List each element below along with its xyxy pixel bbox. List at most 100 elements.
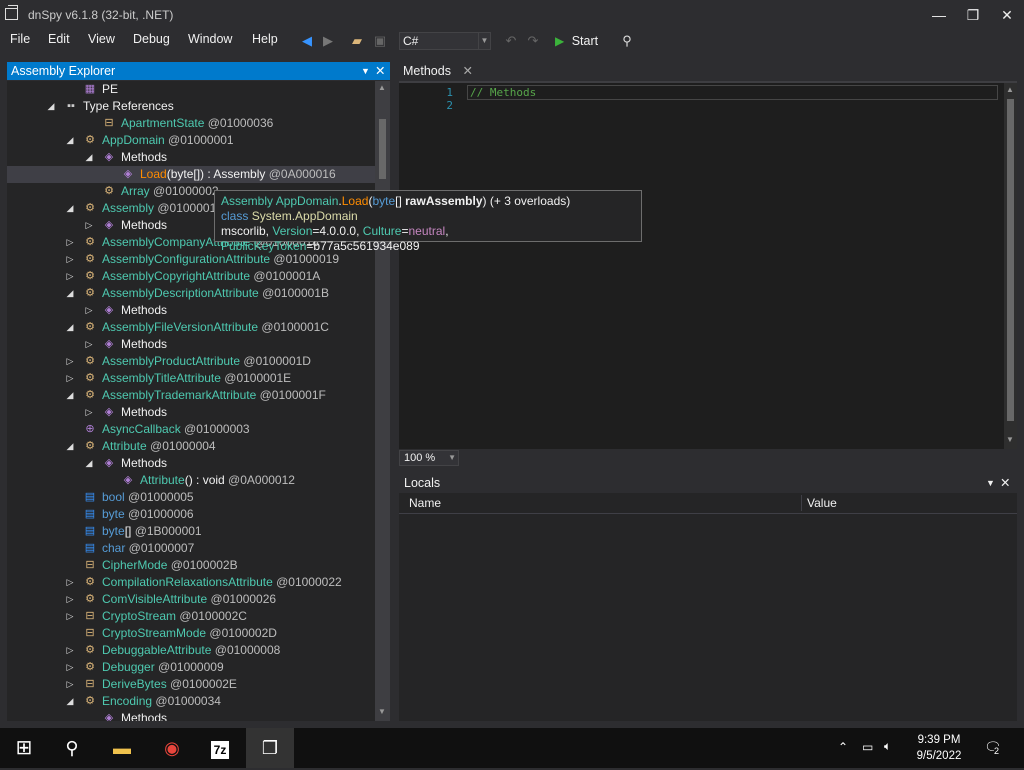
collapse-icon[interactable]: ◢ (46, 98, 56, 115)
collapse-icon[interactable]: ◢ (65, 438, 75, 455)
collapse-icon[interactable]: ◢ (84, 455, 94, 472)
tree-row[interactable]: ▷ ⊟ DeriveBytes @0100002E (7, 676, 375, 693)
network-icon[interactable]: ▭ (862, 740, 873, 754)
open-folder-icon[interactable]: ▰ (348, 33, 366, 49)
tree-row[interactable]: ▷ ⚙ AssemblyTitleAttribute @0100001E (7, 370, 375, 387)
tree-row[interactable]: ⊕ AsyncCallback @01000003 (7, 421, 375, 438)
minimize-button[interactable]: — (926, 4, 952, 26)
undo-icon[interactable]: ↶ (502, 33, 520, 49)
collapse-icon[interactable]: ◢ (65, 387, 75, 404)
7zip-button[interactable]: 7z (196, 728, 244, 768)
tab-methods[interactable]: Methods ✕ (399, 61, 475, 81)
chevron-up-icon[interactable]: ⌃ (838, 740, 848, 754)
assembly-tree[interactable]: ▦ PE ◢ ▪▪ Type References ⊟ ApartmentState @01… (7, 81, 375, 721)
collapse-icon[interactable]: ◢ (65, 693, 75, 710)
collapse-icon[interactable]: ◢ (84, 149, 94, 166)
scroll-up-icon[interactable]: ▲ (1006, 85, 1014, 94)
chrome-button[interactable]: ◉ (148, 728, 196, 768)
expand-icon[interactable]: ▷ (84, 336, 94, 353)
tree-row[interactable]: ▷ ⚙ AssemblyCopyrightAttribute @0100001A (7, 268, 375, 285)
close-tab-icon[interactable]: ✕ (462, 64, 472, 78)
scroll-up-icon[interactable]: ▲ (378, 83, 386, 92)
tree-row[interactable]: ▷ ⚙ CompilationRelaxationsAttribute @01000… (7, 574, 375, 591)
scroll-down-icon[interactable]: ▼ (378, 707, 386, 716)
tree-row[interactable]: ◢ ⚙ AssemblyDescriptionAttribute @0100001B (7, 285, 375, 302)
search-icon[interactable]: ⚲ (618, 33, 636, 49)
tree-row[interactable]: ⊟ CryptoStreamMode @0100002D (7, 625, 375, 642)
tree-row[interactable]: ◢ ⚙ AssemblyTrademarkAttribute @0100001F (7, 387, 375, 404)
expand-icon[interactable]: ▷ (84, 217, 94, 234)
tree-row[interactable]: ◢ ⚙ Attribute @01000004 (7, 438, 375, 455)
code-editor[interactable]: 1 2 // Methods ▲ ▼ (399, 81, 1017, 449)
tree-row[interactable]: ▤ char @01000007 (7, 540, 375, 557)
clock[interactable]: 9:39 PM 9/5/2022 (904, 732, 974, 764)
editor-hscrollbar[interactable] (460, 451, 1000, 465)
tree-row[interactable]: ◢ ⚙ AssemblyFileVersionAttribute @0100001C (7, 319, 375, 336)
dropdown-icon[interactable]: ▼ (361, 62, 370, 80)
collapse-icon[interactable]: ◢ (65, 200, 75, 217)
collapse-icon[interactable]: ◢ (65, 319, 75, 336)
tree-scrollbar[interactable]: ▲ ▼ (375, 81, 390, 721)
tree-row[interactable]: ◢ ◈ Methods (7, 455, 375, 472)
expand-icon[interactable]: ▷ (65, 659, 75, 676)
expand-icon[interactable]: ▷ (84, 302, 94, 319)
tree-row[interactable]: ◢ ⚙ AppDomain @01000001 (7, 132, 375, 149)
tree-row[interactable]: ▷ ◈ Methods (7, 302, 375, 319)
column-divider[interactable] (801, 495, 802, 511)
expand-icon[interactable]: ▷ (65, 591, 75, 608)
search-button[interactable]: ⚲ (48, 728, 96, 768)
menu-view[interactable]: View (88, 32, 115, 46)
tree-row[interactable]: ▷ ◈ Methods (7, 404, 375, 421)
expand-icon[interactable]: ▷ (65, 574, 75, 591)
tree-row[interactable]: ◢ ▪▪ Type References (7, 98, 375, 115)
tree-row[interactable]: ◈ Attribute() : void @0A000012 (7, 472, 375, 489)
expand-icon[interactable]: ▷ (65, 268, 75, 285)
tree-row[interactable]: ▦ PE (7, 81, 375, 98)
expand-icon[interactable]: ▷ (65, 353, 75, 370)
tree-row[interactable]: ◈ Load(byte[]) : Assembly @0A000016 (7, 166, 375, 183)
tree-row[interactable]: ▷ ⊟ CryptoStream @0100002C (7, 608, 375, 625)
tree-row[interactable]: ▤ byte[] @1B000001 (7, 523, 375, 540)
back-icon[interactable]: ◀ (298, 33, 316, 49)
column-header-value[interactable]: Value (807, 496, 837, 510)
file-explorer-button[interactable]: ▬ (98, 728, 146, 768)
menu-file[interactable]: File (10, 32, 30, 46)
collapse-icon[interactable]: ◢ (65, 132, 75, 149)
zoom-select[interactable]: 100 % ▼ (399, 450, 459, 466)
tree-row[interactable]: ◢ ⚙ Encoding @01000034 (7, 693, 375, 710)
menu-debug[interactable]: Debug (133, 32, 170, 46)
forward-icon[interactable]: ▶ (319, 33, 337, 49)
scroll-thumb[interactable] (1007, 99, 1014, 421)
expand-icon[interactable]: ▷ (65, 251, 75, 268)
expand-icon[interactable]: ▷ (84, 404, 94, 421)
notification-icon[interactable]: 🗨︎ (984, 739, 1002, 756)
collapse-icon[interactable]: ◢ (65, 285, 75, 302)
locals-panel[interactable]: Name Value (399, 493, 1017, 721)
editor-scrollbar[interactable]: ▲ ▼ (1004, 83, 1017, 449)
open-list-icon[interactable]: ▣ (371, 33, 389, 49)
start-debug-button[interactable]: ▶ Start (555, 32, 598, 50)
close-panel-icon[interactable]: ✕ (1000, 474, 1010, 493)
menu-window[interactable]: Window (188, 32, 232, 46)
tree-row[interactable]: ▤ byte @01000006 (7, 506, 375, 523)
tree-row[interactable]: ▷ ⚙ ComVisibleAttribute @01000026 (7, 591, 375, 608)
tree-row[interactable]: ⊟ ApartmentState @01000036 (7, 115, 375, 132)
tree-row[interactable]: ⊟ CipherMode @0100002B (7, 557, 375, 574)
dnspy-taskbar-button[interactable]: ❐ (246, 728, 294, 768)
tree-row[interactable]: ▷ ◈ Methods (7, 336, 375, 353)
menu-edit[interactable]: Edit (48, 32, 70, 46)
expand-icon[interactable]: ▷ (65, 676, 75, 693)
expand-icon[interactable]: ▷ (65, 608, 75, 625)
close-button[interactable]: ✕ (994, 4, 1020, 26)
tree-row[interactable]: ▷ ⚙ Debugger @01000009 (7, 659, 375, 676)
code-line[interactable]: // Methods (467, 85, 998, 100)
language-select[interactable]: C# ▼ (399, 32, 491, 50)
tree-row[interactable]: ◢ ◈ Methods (7, 149, 375, 166)
tree-row[interactable]: ▷ ⚙ DebuggableAttribute @01000008 (7, 642, 375, 659)
expand-icon[interactable]: ▷ (65, 642, 75, 659)
maximize-button[interactable]: ❐ (960, 4, 986, 26)
expand-icon[interactable]: ▷ (65, 234, 75, 251)
column-header-name[interactable]: Name (409, 496, 441, 510)
expand-icon[interactable]: ▷ (65, 370, 75, 387)
menu-help[interactable]: Help (252, 32, 278, 46)
